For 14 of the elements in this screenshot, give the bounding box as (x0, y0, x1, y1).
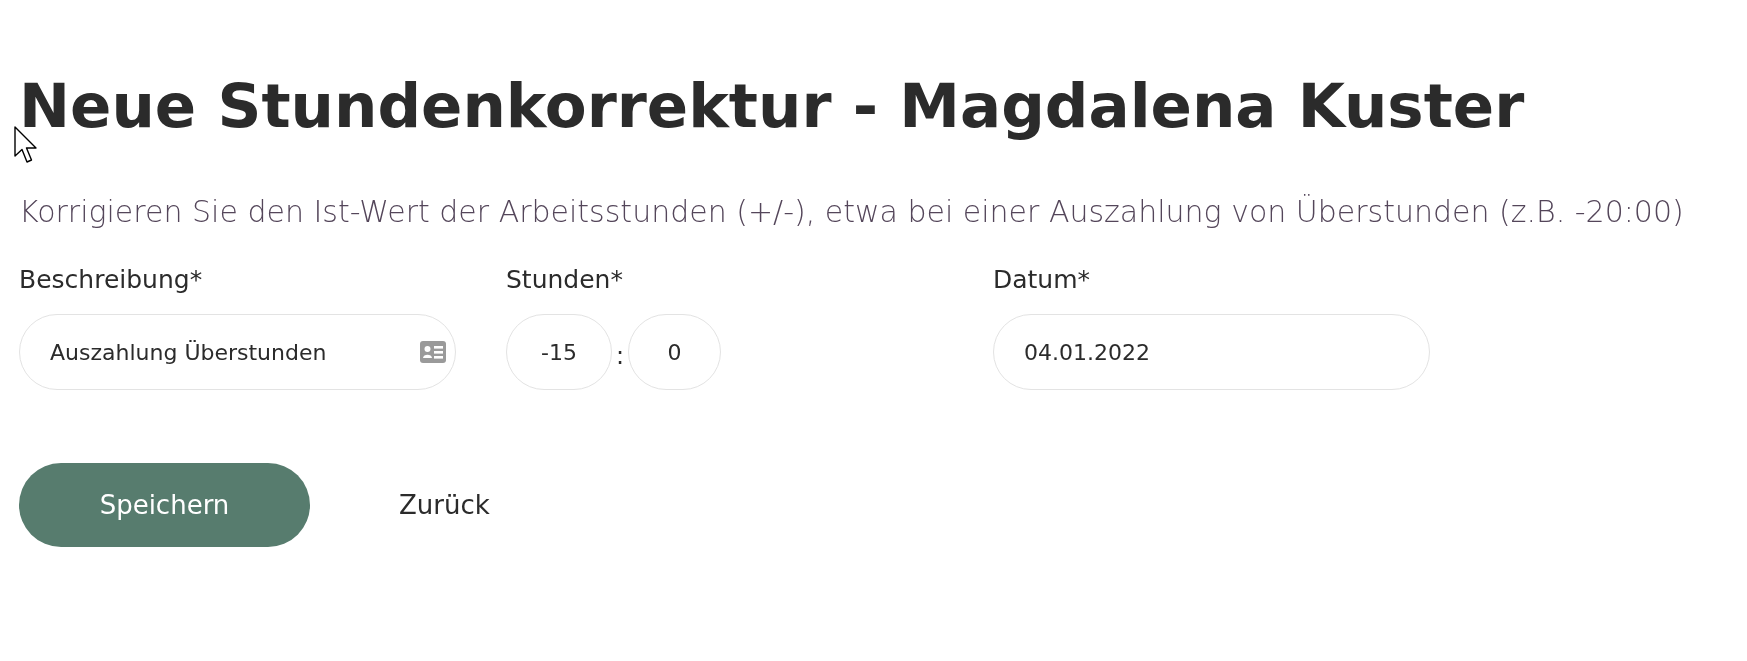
hours-input[interactable]: -15 (506, 314, 612, 390)
back-link[interactable]: Zurück (399, 489, 490, 521)
field-label: Stunden* (506, 264, 623, 296)
minutes-input[interactable]: 0 (628, 314, 722, 390)
field-label: Beschreibung* (19, 264, 203, 296)
mouse-pointer-icon (14, 126, 39, 164)
contact-card-icon (420, 341, 446, 363)
page-description: Korrigieren Sie den Ist-Wert der Arbeitsstunden (+/-), etwa bei einer Auszahlung von Überstunden (z.B. -20:00) (19, 193, 1684, 231)
field-label: Datum* (993, 264, 1091, 296)
description-input[interactable]: Auszahlung Überstunden (19, 314, 456, 390)
date-input[interactable]: 04.01.2022 (993, 314, 1430, 390)
page-title: Neue Stundenkorrektur - Magdalena Kuster (19, 70, 1525, 142)
save-button[interactable]: Speichern (19, 463, 310, 547)
time-separator: : (615, 341, 626, 371)
